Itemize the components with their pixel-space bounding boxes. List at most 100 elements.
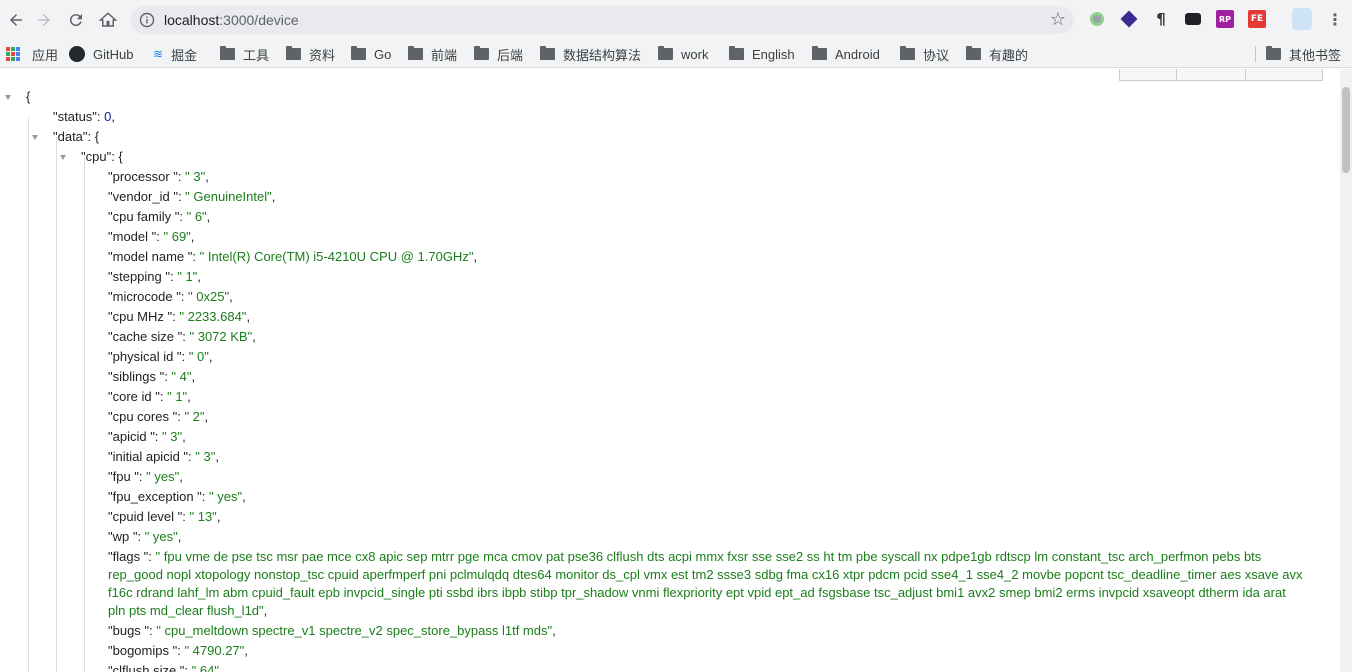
- json-row-flags: "flags ": " fpu vme de pse tsc msr pae m…: [108, 549, 1303, 618]
- bookmark-label: 其他书签: [1289, 47, 1342, 63]
- home-icon[interactable]: [92, 4, 124, 36]
- json-key: "cpu MHz ":: [108, 309, 180, 324]
- folder-icon: [1266, 46, 1281, 60]
- json-row-bugs: "bugs ": " cpu_meltdown spectre_v1 spect…: [108, 623, 556, 638]
- extension-diamond-icon[interactable]: [1120, 10, 1138, 28]
- json-key: "clflush size ":: [108, 663, 192, 672]
- bookmark-folder-tools[interactable]: 工具: [220, 44, 269, 64]
- json-row-cpu-field: "cache size ": " 3072 KB",: [108, 329, 256, 344]
- extension-fe-icon[interactable]: FE: [1248, 10, 1266, 28]
- bookmark-folder-go[interactable]: Go: [351, 44, 391, 64]
- scrollbar-thumb[interactable]: [1342, 87, 1350, 173]
- json-string: f16c rdrand lahf_lm abm cpuid_fault epb …: [108, 585, 1286, 600]
- format-toggle-raw[interactable]: [1119, 69, 1177, 81]
- bookmark-folder-protocol[interactable]: 协议: [900, 44, 949, 64]
- forward-icon[interactable]: [28, 4, 60, 36]
- menu-kebab-icon[interactable]: ⋮: [1326, 10, 1344, 29]
- json-row-cpu-field: "stepping ": " 1",: [108, 269, 201, 284]
- cpu-fields: "processor ": " 3", "vendor_id ": " Genui…: [0, 167, 1320, 547]
- format-toggle-parsed[interactable]: [1176, 69, 1246, 81]
- bookmark-other[interactable]: 其他书签: [1266, 44, 1341, 64]
- json-string: " 4790.27": [184, 643, 245, 658]
- apps-grid-icon: [6, 47, 20, 61]
- json-string: " GenuineIntel": [185, 189, 272, 204]
- json-string: " yes": [146, 469, 180, 484]
- json-key: "microcode ":: [108, 289, 189, 304]
- json-row-cpu-field: "apicid ": " 3",: [108, 429, 186, 444]
- json-row-clflush: "clflush size ": " 64",: [0, 661, 1320, 672]
- json-row-cpu-field: "core id ": " 1",: [108, 389, 191, 404]
- address-bar[interactable]: localhost:3000/device ☆: [130, 6, 1074, 34]
- json-row-cpu-field: "vendor_id ": " GenuineIntel",: [108, 189, 276, 204]
- bookmarks-separator: [1255, 46, 1256, 62]
- json-key: "stepping ":: [108, 269, 178, 284]
- json-key: "cache size ":: [108, 329, 190, 344]
- json-key: "data": {: [53, 129, 100, 144]
- bookmark-label: 应用: [32, 47, 59, 63]
- json-string: " 3": [185, 169, 206, 184]
- bookmark-star-icon[interactable]: ☆: [1050, 10, 1066, 30]
- json-string: " Intel(R) Core(TM) i5-4210U CPU @ 1.70G…: [199, 249, 474, 264]
- collapse-triangle-icon[interactable]: [60, 155, 66, 160]
- json-row-cpu-field: "model name ": " Intel(R) Core(TM) i5-42…: [108, 249, 478, 264]
- profile-avatar-icon[interactable]: [1292, 8, 1312, 30]
- json-number: 0: [104, 109, 112, 124]
- bookmark-folder-algorithms[interactable]: 数据结构算法: [540, 44, 641, 64]
- json-string: " 4": [171, 369, 192, 384]
- vertical-scrollbar[interactable]: [1340, 69, 1352, 672]
- json-key: "fpu ":: [108, 469, 147, 484]
- json-key: "physical id ":: [108, 349, 189, 364]
- info-icon[interactable]: [130, 6, 164, 34]
- json-row-status: "status": 0,: [53, 109, 115, 124]
- bookmark-label: Android: [835, 46, 880, 62]
- json-string: pln pts md_clear flush_l1d": [108, 603, 264, 618]
- format-toggle-options[interactable]: [1245, 69, 1323, 81]
- bookmark-juejin[interactable]: ≋ 掘金: [153, 44, 197, 64]
- json-key: "vendor_id ":: [108, 189, 186, 204]
- json-viewer: { "status": 0, "data": { "cpu": { "proce…: [0, 69, 1340, 672]
- json-key: "model name ":: [108, 249, 200, 264]
- extension-glasses-icon[interactable]: [1184, 10, 1202, 28]
- folder-icon: [408, 46, 423, 60]
- folder-icon: [220, 46, 235, 60]
- json-string: " 2233.684": [179, 309, 247, 324]
- collapse-triangle-icon[interactable]: [5, 95, 11, 100]
- json-key: "cpu cores ":: [108, 409, 185, 424]
- json-key: "processor ":: [108, 169, 186, 184]
- json-key: "apicid ":: [108, 429, 163, 444]
- bookmark-folder-work[interactable]: work: [658, 44, 708, 64]
- json-key: "cpu": {: [81, 149, 123, 164]
- folder-icon: [286, 46, 301, 60]
- json-key: "status":: [53, 109, 105, 124]
- bookmark-folder-frontend[interactable]: 前端: [408, 44, 457, 64]
- json-string: rep_good nopl xtopology nonstop_tsc cpui…: [108, 567, 1303, 582]
- extension-circle-icon[interactable]: [1088, 10, 1106, 28]
- bookmark-folder-android[interactable]: Android: [812, 44, 880, 64]
- bookmark-label: 资料: [309, 47, 336, 63]
- bookmark-label: 掘金: [171, 47, 198, 63]
- bookmark-apps[interactable]: 应用: [6, 44, 58, 64]
- extension-pilcrow-icon[interactable]: ¶: [1152, 10, 1170, 28]
- reload-icon[interactable]: [60, 4, 92, 36]
- bookmark-folder-backend[interactable]: 后端: [474, 44, 523, 64]
- folder-icon: [351, 46, 366, 60]
- folder-icon: [474, 46, 489, 60]
- json-key: "siblings ":: [108, 369, 172, 384]
- bookmark-label: 有趣的: [989, 47, 1029, 63]
- json-string: " 0": [188, 349, 209, 364]
- json-row-cpu-field: "cpuid level ": " 13",: [108, 509, 221, 524]
- json-key: "fpu_exception ":: [108, 489, 210, 504]
- bookmark-github[interactable]: GitHub: [69, 44, 133, 64]
- bookmark-folder-english[interactable]: English: [729, 44, 795, 64]
- extension-rp-icon[interactable]: RP: [1216, 10, 1234, 28]
- folder-icon: [900, 46, 915, 60]
- url-text: localhost:3000/device: [164, 12, 299, 28]
- bookmark-folder-resources[interactable]: 资料: [286, 44, 335, 64]
- json-row-cpu-field: "initial apicid ": " 3",: [108, 449, 219, 464]
- url-path: :3000/device: [219, 12, 299, 28]
- json-open-brace: {: [26, 89, 31, 104]
- collapse-triangle-icon[interactable]: [32, 135, 38, 140]
- github-icon: [69, 46, 85, 62]
- bookmark-folder-fun[interactable]: 有趣的: [966, 44, 1028, 64]
- json-string: " 6": [186, 209, 207, 224]
